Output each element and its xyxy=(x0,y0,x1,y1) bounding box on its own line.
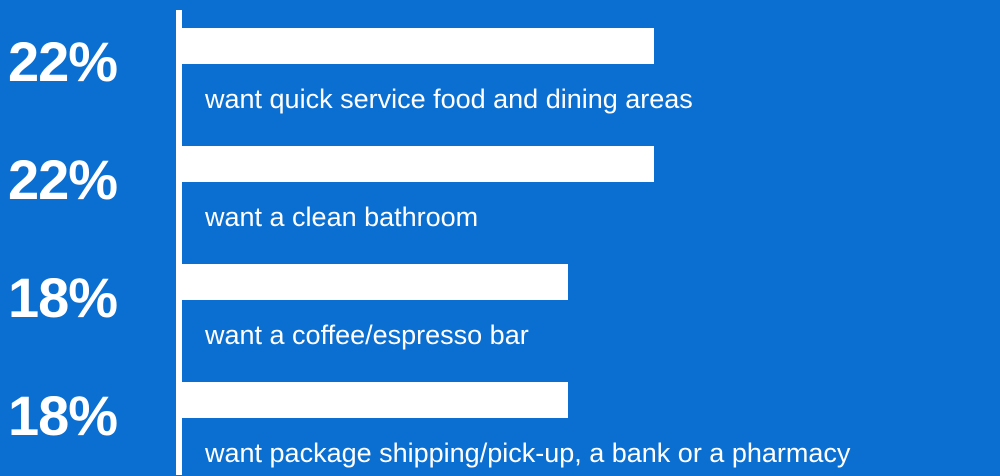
category-label: want a coffee/espresso bar xyxy=(205,320,529,350)
category-label: want quick service food and dining areas xyxy=(205,84,693,114)
bar-row: 22% want a clean bathroom xyxy=(0,122,1000,240)
bar xyxy=(182,146,654,182)
bar-row: 18% want a coffee/espresso bar xyxy=(0,240,1000,358)
bar-row: 22% want quick service food and dining ar… xyxy=(0,4,1000,122)
value-label: 22% xyxy=(8,30,118,93)
horizontal-bar-chart: 22% want quick service food and dining ar… xyxy=(0,0,1000,475)
bar xyxy=(182,28,654,64)
bar xyxy=(182,264,568,300)
category-label: want a clean bathroom xyxy=(205,202,479,232)
bar-row: 18% want package shipping/pick-up, a bank… xyxy=(0,358,1000,476)
value-label: 18% xyxy=(8,266,118,329)
value-label: 18% xyxy=(8,384,118,447)
category-label: want package shipping/pick-up, a bank or… xyxy=(205,438,851,468)
value-label: 22% xyxy=(8,148,118,211)
bar xyxy=(182,382,568,418)
